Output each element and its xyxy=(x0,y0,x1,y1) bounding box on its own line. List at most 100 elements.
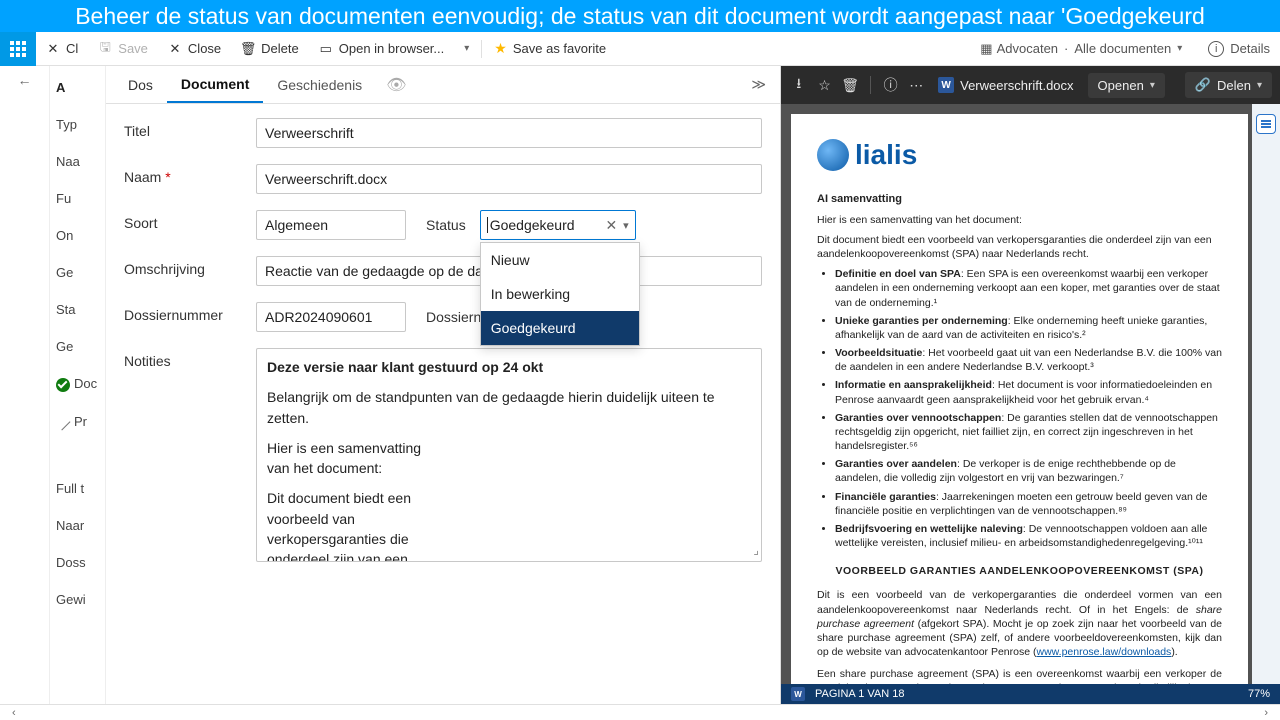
word-icon: W xyxy=(791,687,805,701)
breadcrumb-sep: · xyxy=(1064,41,1068,56)
list-row[interactable]: Naa xyxy=(50,152,105,171)
status-option[interactable]: Goedgekeurd xyxy=(481,311,639,345)
separator xyxy=(481,40,482,58)
more-icon[interactable]: ⋯ xyxy=(906,72,926,98)
status-option[interactable]: In bewerking xyxy=(481,277,639,311)
preview-title: VOORBEELD GARANTIES AANDELENKOOPOVEREENK… xyxy=(817,564,1222,578)
notes-line: Belangrijk om de standpunten van de geda… xyxy=(267,387,751,428)
download-icon[interactable]: ⭳ xyxy=(789,72,809,98)
scroll-right-icon[interactable]: › xyxy=(1258,707,1274,719)
list-row[interactable]: Full t xyxy=(50,479,105,498)
input-notities[interactable]: Deze versie naar klant gestuurd op 24 ok… xyxy=(256,348,762,562)
list-row[interactable]: Doss xyxy=(50,553,105,572)
comments-icon[interactable] xyxy=(1256,114,1276,134)
preview-filename: W Verweerschrift.docx xyxy=(938,77,1073,93)
window-bottom-bar: ‹ › xyxy=(0,704,1280,720)
form-panel: Dos Document Geschiedenis 👁 ≫ Titel Verw… xyxy=(106,66,780,704)
delete-label: Delete xyxy=(261,41,299,56)
chevron-down-icon: ▾ xyxy=(1257,80,1262,91)
save-button[interactable]: 🖫 Save xyxy=(88,32,158,65)
tab-document[interactable]: Document xyxy=(167,66,263,103)
list-column: A Typ Naa Fu On Ge Sta Ge Doc Pr Full t Naar Doss Ge… xyxy=(50,66,106,704)
input-titel[interactable]: Verweerschrift xyxy=(256,118,762,148)
link[interactable]: www.penrose.law/downloads xyxy=(1036,646,1171,658)
open-in-browser-button[interactable]: ▭ Open in browser... xyxy=(309,32,455,65)
list-row[interactable]: On xyxy=(50,226,105,245)
instruction-banner: Beheer de status van documenten eenvoudi… xyxy=(0,0,1280,32)
list-row[interactable]: Ge xyxy=(50,263,105,282)
document-preview: ⭳ ☆ 🗑 ⓘ ⋯ W Verweerschrift.docx Openen▾ … xyxy=(780,66,1280,704)
breadcrumb-list[interactable]: Alle documenten xyxy=(1074,41,1171,56)
info-icon[interactable]: ⓘ xyxy=(881,72,901,98)
list-row[interactable]: Ge xyxy=(50,337,105,356)
trash-icon[interactable]: 🗑 xyxy=(840,72,860,98)
preview-paragraph: Dit is een voorbeeld van de verkopergara… xyxy=(817,588,1222,659)
open-browser-label: Open in browser... xyxy=(339,41,445,56)
label-notities: Notities xyxy=(124,348,256,369)
chevron-down-icon[interactable]: ▾ xyxy=(1177,43,1182,54)
list-row[interactable]: Pr xyxy=(50,412,105,431)
list-row[interactable]: Naar xyxy=(50,516,105,535)
delete-button[interactable]: 🗑 Delete xyxy=(231,32,309,65)
clear-icon[interactable]: ✕ xyxy=(599,217,623,234)
page-indicator: PAGINA 1 VAN 18 xyxy=(815,688,904,700)
overflow-dropdown[interactable]: ▾ xyxy=(454,32,479,65)
preview-bullet: Garanties over aandelen: De verkoper is … xyxy=(835,457,1222,485)
star-icon: ★ xyxy=(494,40,507,57)
tab-dossier[interactable]: Dos xyxy=(114,66,167,103)
status-dropdown: NieuwIn bewerkingGoedgekeurd xyxy=(480,242,640,346)
trash-icon: 🗑 xyxy=(241,42,255,56)
app-launcher[interactable] xyxy=(0,32,36,66)
list-row[interactable]: Gewi xyxy=(50,590,105,609)
list-row[interactable]: Typ xyxy=(50,115,105,134)
details-toggle[interactable]: Details xyxy=(1230,41,1270,56)
tabs-overflow[interactable]: ≫ xyxy=(745,76,772,93)
notes-line: Dit document biedt een voorbeeld van ver… xyxy=(267,488,467,562)
preview-text: Hier is een samenvatting van het documen… xyxy=(817,213,1222,227)
separator xyxy=(870,76,871,94)
left-rail: ← xyxy=(0,66,50,704)
status-option[interactable]: Nieuw xyxy=(481,243,639,277)
preview-bullet: Voorbeeldsituatie: Het voorbeeld gaat ui… xyxy=(835,346,1222,374)
open-menu[interactable]: Openen▾ xyxy=(1088,73,1165,98)
input-soort[interactable]: Algemeen xyxy=(256,210,406,240)
preview-bullet: Unieke garanties per onderneming: Elke o… xyxy=(835,314,1222,342)
list-row[interactable]: Sta xyxy=(50,300,105,319)
list-heading: A xyxy=(50,78,105,97)
pencil-icon xyxy=(54,414,71,431)
resize-handle-icon[interactable]: ⌟ xyxy=(753,542,759,559)
share-icon: 🔗 xyxy=(1195,77,1211,93)
save-label: Save xyxy=(118,41,148,56)
preview-side-rail xyxy=(1252,104,1280,684)
preview-toolbar: ⭳ ☆ 🗑 ⓘ ⋯ W Verweerschrift.docx Openen▾ … xyxy=(781,66,1280,104)
list-row[interactable]: Doc xyxy=(50,374,105,394)
label-status: Status xyxy=(426,217,466,233)
close-left-button[interactable]: ✕Cl xyxy=(36,32,88,65)
grid-icon[interactable]: ▦ xyxy=(980,41,990,57)
star-icon[interactable]: ☆ xyxy=(815,72,835,98)
chevron-down-icon[interactable]: ▾ xyxy=(623,219,629,232)
visibility-icon[interactable]: 👁 xyxy=(386,75,406,95)
tab-history[interactable]: Geschiedenis xyxy=(263,66,376,103)
input-naam[interactable]: Verweerschrift.docx xyxy=(256,164,762,194)
label-omschrijving: Omschrijving xyxy=(124,256,256,277)
close-button[interactable]: ✕Close xyxy=(158,32,231,65)
share-menu[interactable]: 🔗Delen▾ xyxy=(1185,72,1272,98)
breadcrumb-view[interactable]: Advocaten xyxy=(997,41,1058,56)
form-tabs: Dos Document Geschiedenis 👁 ≫ xyxy=(106,66,780,104)
back-arrow-icon[interactable]: ← xyxy=(18,72,32,88)
input-dossiernummer[interactable]: ADR2024090601 xyxy=(256,302,406,332)
input-status[interactable]: Goedgekeurd ✕ ▾ xyxy=(480,210,636,240)
list-row[interactable]: Fu xyxy=(50,189,105,208)
scroll-left-icon[interactable]: ‹ xyxy=(6,707,22,719)
external-icon: ▭ xyxy=(319,42,333,56)
favorite-label: Save as favorite xyxy=(513,41,606,56)
preview-paragraph: Een share purchase agreement (SPA) is ee… xyxy=(817,667,1222,684)
save-favorite-button[interactable]: ★ Save as favorite xyxy=(484,32,616,65)
check-icon xyxy=(56,378,70,392)
info-icon[interactable]: i xyxy=(1208,41,1224,57)
label-titel: Titel xyxy=(124,118,256,139)
zoom-level[interactable]: 77% xyxy=(1248,688,1270,700)
save-icon: 🖫 xyxy=(98,42,112,56)
preview-heading: AI samenvatting xyxy=(817,192,1222,207)
